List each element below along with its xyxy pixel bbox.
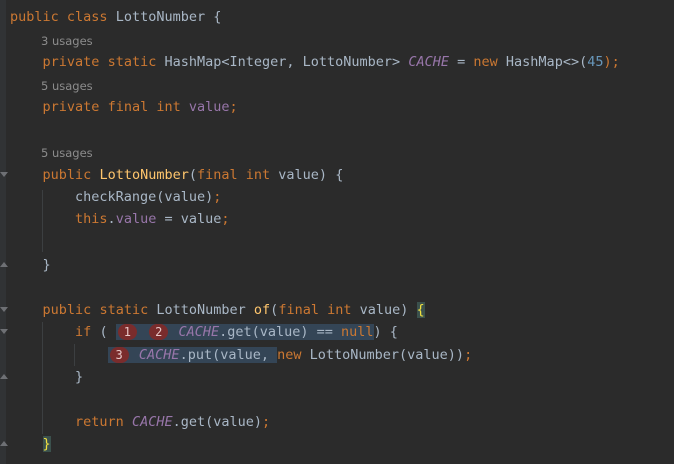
method-name: LottoNumber (99, 167, 189, 183)
fold-marker-icon[interactable] (0, 172, 8, 177)
code-line-value-field[interactable]: private final int value; (10, 96, 674, 118)
usages-hint[interactable]: 5 usages (41, 76, 674, 96)
usages-hint[interactable]: 5 usages (41, 143, 674, 163)
brace: } (42, 257, 51, 273)
code-line-return[interactable]: return CACHE.get(value); (10, 411, 674, 433)
fold-marker-icon[interactable] (0, 262, 8, 267)
code-line-method-close[interactable]: } (10, 433, 674, 455)
type-name: HashMap<Integer, LottoNumber> (164, 54, 401, 70)
keyword: final (196, 167, 238, 183)
field-name: value (188, 99, 230, 115)
keyword: new (473, 54, 498, 70)
code-line-check-range[interactable]: checkRange(value); (10, 186, 674, 208)
code-line-class-declaration[interactable]: public class LottoNumber { (10, 6, 674, 28)
keyword: final (278, 302, 319, 318)
code-line-if-close[interactable]: } (10, 366, 674, 388)
code-line-put[interactable]: 3 CACHE.put(value, new LottoNumber(value… (10, 344, 674, 366)
step-badge: 3 (109, 347, 129, 363)
fold-marker-icon[interactable] (0, 307, 8, 312)
keyword: null (341, 324, 374, 340)
keyword: private (42, 54, 100, 70)
field-name: CACHE (138, 347, 180, 363)
code-line-constructor[interactable]: public LottoNumber(final int value) { (10, 164, 674, 186)
keyword: static (99, 302, 149, 318)
field-name: CACHE (178, 324, 220, 340)
step-badge: 2 (149, 324, 169, 340)
keyword: this (75, 211, 108, 227)
selected-expression[interactable]: 3 CACHE.put(value, (107, 347, 278, 363)
number-literal: 45 (587, 54, 604, 70)
field-name: value (115, 211, 157, 227)
field-name: CACHE (408, 54, 449, 70)
keyword: int (245, 167, 271, 183)
keyword: public (42, 302, 92, 318)
code-line-constructor-close[interactable]: } (10, 254, 674, 276)
code-line-this-value[interactable]: this.value = value; (10, 208, 674, 230)
keyword: private (42, 99, 100, 115)
type-name: LottoNumber (156, 302, 246, 318)
keyword: public (10, 9, 59, 25)
code-line-cache-field[interactable]: private static HashMap<Integer, LottoNum… (10, 51, 674, 73)
code-line-of-method[interactable]: public static LottoNumber of(final int v… (10, 299, 674, 321)
fold-marker-icon[interactable] (0, 374, 8, 379)
matched-brace: } (42, 436, 51, 452)
keyword: if (75, 324, 92, 340)
fold-marker-icon[interactable] (0, 329, 8, 334)
keyword: return (75, 414, 124, 430)
field-name: CACHE (131, 414, 173, 430)
selected-expression[interactable]: 1 2 CACHE.get(value) == null (115, 324, 374, 340)
usages-hint[interactable]: 3 usages (41, 31, 674, 51)
code-line-if[interactable]: if ( 1 2 CACHE.get(value) == null) { (10, 321, 674, 343)
keyword: public (42, 167, 92, 183)
matched-brace: { (416, 302, 425, 318)
code-editor[interactable]: public class LottoNumber { 3 usages priv… (0, 0, 674, 464)
class-name: LottoNumber (115, 9, 206, 25)
keyword: int (327, 302, 352, 318)
keyword: int (156, 99, 181, 115)
brace: { (213, 9, 222, 25)
fold-marker-icon[interactable] (0, 441, 8, 446)
step-badge: 1 (117, 324, 137, 340)
keyword: new (277, 347, 302, 363)
keyword: static (107, 54, 157, 70)
method-name: of (253, 302, 271, 318)
keyword: class (66, 9, 108, 25)
keyword: final (107, 99, 149, 115)
brace: } (75, 369, 84, 385)
editor-gutter (0, 0, 6, 464)
